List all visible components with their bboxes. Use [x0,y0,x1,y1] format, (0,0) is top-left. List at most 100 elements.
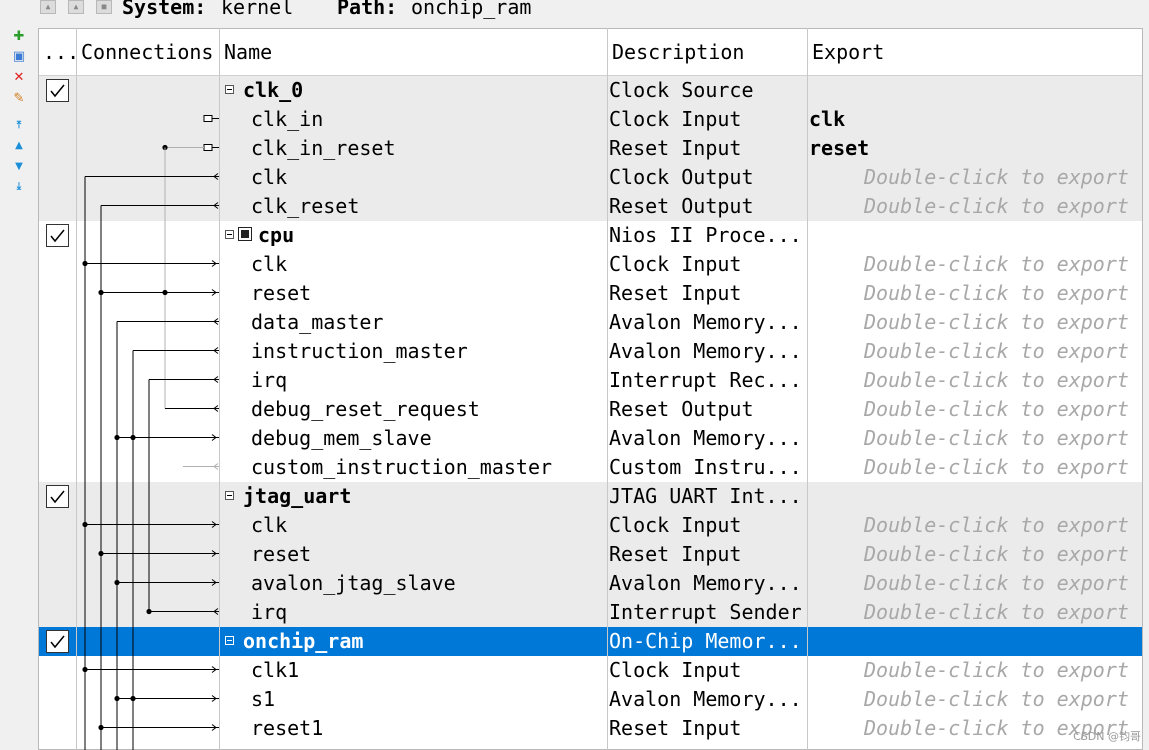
name-cell: irq [251,600,288,624]
name-cell: clk1 [251,658,300,682]
col-header-description[interactable]: Description [608,29,808,76]
description-cell: Clock Input [609,513,742,537]
edit-icon[interactable]: ✎ [10,90,28,108]
col-separator [607,28,608,750]
name-cell: irq [251,368,288,392]
description-cell: Avalon Memory... [609,571,802,595]
col-header-name[interactable]: Name [220,29,608,76]
description-cell: Interrupt Sender [609,600,802,624]
export-cell[interactable]: reset [809,134,1142,163]
collapse-icon[interactable] [225,230,234,239]
description-cell: On-Chip Memor... [609,629,802,653]
use-checkbox[interactable] [46,485,69,508]
export-cell[interactable]: Double-click to export [809,163,1142,192]
name-cell: clk [251,165,288,189]
use-checkbox[interactable] [46,79,69,102]
add-icon[interactable]: ✚ [10,28,28,46]
export-cell[interactable]: Double-click to export [809,685,1142,714]
export-cell[interactable] [809,76,1142,105]
export-cell[interactable]: Double-click to export [809,569,1142,598]
system-contents-table: ... Connections Name Description Export … [38,28,1143,750]
name-cell: data_master [251,310,384,334]
hierarchy-icon[interactable]: ■ [96,0,112,14]
left-toolbar: ✚ ▣ ✕ ✎ ⤒ ▲ ▼ ⤓ [0,22,38,750]
port-row[interactable]: clk_in Clock Input clk [39,105,1142,134]
collapse-icon[interactable] [225,636,234,645]
move-up-icon[interactable]: ▲ [68,0,84,14]
port-row[interactable]: s1 Avalon Memory... Double-click to export [39,685,1142,714]
port-row[interactable]: reset1 Reset Input Double-click to export [39,714,1142,743]
port-row[interactable]: clk Clock Input Double-click to export [39,511,1142,540]
remove-icon[interactable]: ✕ [10,69,28,87]
col-header-use[interactable]: ... [39,29,77,76]
export-cell[interactable]: Double-click to export [809,540,1142,569]
export-cell[interactable]: Double-click to export [809,366,1142,395]
export-cell[interactable] [809,221,1142,250]
port-row[interactable]: reset Reset Input Double-click to export [39,279,1142,308]
move-top-icon[interactable]: ⤒ [10,117,28,135]
collapse-icon[interactable] [225,491,234,500]
description-cell: Clock Input [609,107,742,131]
use-checkbox[interactable] [46,224,69,247]
move-down-icon[interactable]: ▼ [10,158,28,176]
port-row[interactable]: debug_reset_request Reset Output Double-cl… [39,395,1142,424]
port-row[interactable]: clk Clock Input Double-click to export [39,250,1142,279]
export-cell[interactable]: Double-click to export [809,337,1142,366]
description-cell: Custom Instru... [609,455,802,479]
export-cell[interactable] [809,482,1142,511]
name-cell: jtag_uart [243,484,352,508]
export-cell[interactable]: Double-click to export [809,395,1142,424]
export-cell[interactable]: Double-click to export [809,192,1142,221]
export-cell[interactable]: clk [809,105,1142,134]
col-separator [219,28,220,750]
move-top-icon[interactable]: ▲ [40,0,56,14]
component-row[interactable]: clk_0 Clock Source [39,76,1142,105]
name-cell: clk_reset [251,194,360,218]
port-row[interactable]: irq Interrupt Sender Double-click to expor… [39,598,1142,627]
port-row[interactable]: instruction_master Avalon Memory... Double… [39,337,1142,366]
component-row[interactable]: jtag_uart JTAG UART Int... [39,482,1142,511]
name-cell: s1 [251,687,276,711]
component-row[interactable]: onchip_ram On-Chip Memor... [39,627,1142,656]
export-cell[interactable]: Double-click to export [809,598,1142,627]
move-up-icon[interactable]: ▲ [10,137,28,155]
top-toolbar: ▲ ▲ ■ System: kernel Path: onchip_ram [0,0,1149,22]
port-row[interactable]: reset Reset Input Double-click to export [39,540,1142,569]
port-row[interactable]: clk Clock Output Double-click to export [39,163,1142,192]
name-cell: reset1 [251,716,324,740]
use-checkbox[interactable] [46,630,69,653]
port-row[interactable]: clk1 Clock Input Double-click to export [39,656,1142,685]
system-label: System: [122,0,207,19]
export-cell[interactable]: Double-click to export [809,453,1142,482]
export-cell[interactable]: Double-click to export [809,279,1142,308]
description-cell: Reset Input [609,136,742,160]
description-cell: Reset Output [609,397,754,421]
export-cell[interactable]: Double-click to export [809,308,1142,337]
port-row[interactable]: clk_reset Reset Output Double-click to exp… [39,192,1142,221]
port-row[interactable]: avalon_jtag_slave Avalon Memory... Double-… [39,569,1142,598]
path-label: Path: [337,0,398,19]
port-row[interactable]: clk_in_reset Reset Input reset [39,134,1142,163]
description-cell: Reset Input [609,542,742,566]
system-value: kernel [221,0,294,19]
component-row[interactable]: cpu Nios II Proce... [39,221,1142,250]
export-cell[interactable]: Double-click to export [809,656,1142,685]
name-cell: clk_in [251,107,324,131]
export-cell[interactable] [809,627,1142,656]
description-cell: Avalon Memory... [609,310,802,334]
export-cell[interactable]: Double-click to export [809,250,1142,279]
description-cell: Clock Source [609,78,754,102]
check-icon [50,635,65,649]
export-cell[interactable]: Double-click to export [809,424,1142,453]
add-system-icon[interactable]: ▣ [10,48,28,66]
export-cell[interactable]: Double-click to export [809,511,1142,540]
col-header-connections[interactable]: Connections [77,29,220,76]
port-row[interactable]: custom_instruction_master Custom Instru..… [39,453,1142,482]
collapse-icon[interactable] [225,85,234,94]
port-row[interactable]: data_master Avalon Memory... Double-click … [39,308,1142,337]
move-bottom-icon[interactable]: ⤓ [10,178,28,196]
name-cell: custom_instruction_master [251,455,553,479]
col-header-export[interactable]: Export [808,29,1142,76]
port-row[interactable]: irq Interrupt Rec... Double-click to expor… [39,366,1142,395]
port-row[interactable]: debug_mem_slave Avalon Memory... Double-cl… [39,424,1142,453]
